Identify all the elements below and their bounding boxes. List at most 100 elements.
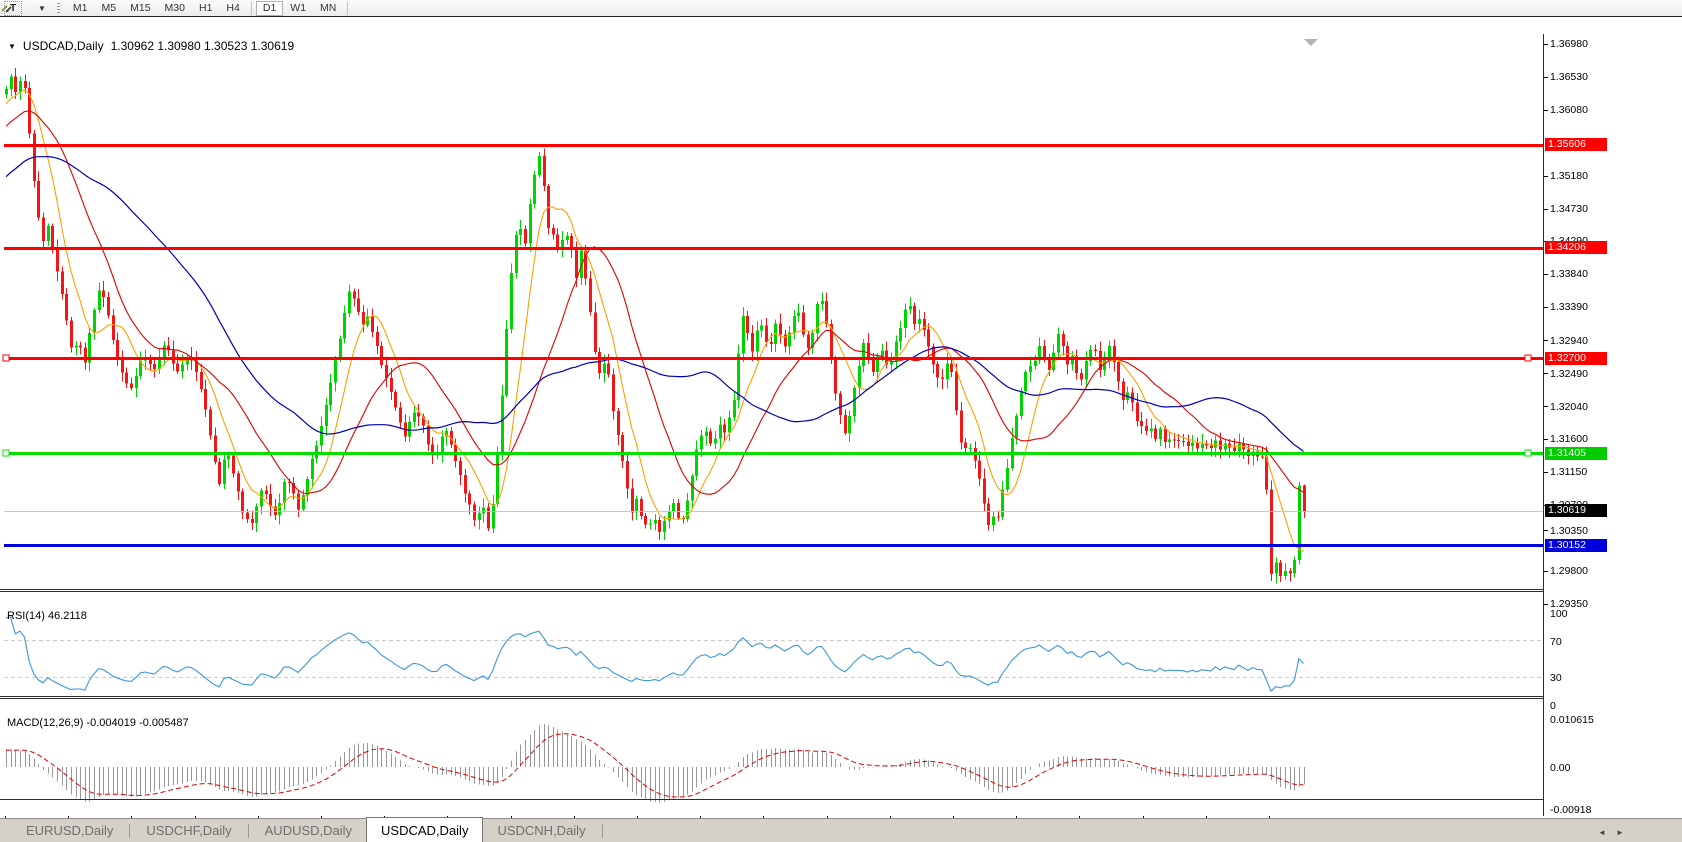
- macd-axis-label: 0.00: [1550, 762, 1571, 774]
- macd-panel[interactable]: [0, 715, 1543, 815]
- tick-dash: [1544, 175, 1548, 177]
- tick-dash: [1544, 373, 1548, 375]
- price-axis-tick: 1.36530: [1544, 71, 1588, 83]
- tab-usdcad-daily[interactable]: USDCAD,Daily: [366, 817, 484, 842]
- tab-audusd-daily[interactable]: AUDUSD,Daily: [251, 819, 366, 842]
- panel-separator: [0, 591, 1682, 592]
- rsi-axis-label: 30: [1550, 672, 1562, 685]
- tab-separator: [129, 824, 131, 838]
- rsi-axis-label: 0: [1550, 700, 1556, 712]
- collapse-indicator-icon[interactable]: ▼: [8, 42, 16, 51]
- tick-dash: [1544, 471, 1548, 473]
- price-level-label: 1.34206: [1545, 241, 1607, 255]
- price-axis-tick: 1.31150: [1544, 466, 1587, 478]
- timeframe-button-m1[interactable]: M1: [66, 2, 95, 15]
- timeframe-toolbar: T ▼ M1 M5 M15 M30 H1 H4 D1 W1 MN: [0, 0, 1682, 17]
- chart-shift-marker-icon[interactable]: [1304, 39, 1318, 46]
- macd-signal-line: [5, 733, 1304, 798]
- ohlc-values: 1.30962 1.30980 1.30523 1.30619: [110, 39, 295, 53]
- timeframe-buttons: M1 M5 M15 M30 H1 H4 D1 W1 MN: [66, 0, 352, 16]
- price-axis-tick: 1.29800: [1544, 565, 1588, 577]
- tab-scroll-right-icon[interactable]: ►: [1616, 828, 1624, 837]
- rsi-axis-label: 100: [1550, 608, 1568, 620]
- price-axis-tick: 1.35180: [1544, 170, 1588, 182]
- arrange-charts-button[interactable]: [1, 2, 34, 15]
- tick-dash: [1544, 530, 1548, 532]
- price-level-label: 1.35606: [1545, 138, 1607, 152]
- chart-title: ▼ USDCAD,Daily 1.30962 1.30980 1.30523 1…: [8, 39, 294, 53]
- toolbar-grip[interactable]: [56, 2, 60, 14]
- price-axis-tick: 1.33840: [1544, 268, 1588, 280]
- tick-dash: [1544, 307, 1548, 309]
- rsi-indicator-label: RSI(14) 46.2118: [7, 610, 87, 622]
- line-handle[interactable]: [1524, 354, 1532, 362]
- macd-axis-label: 0.010615: [1550, 713, 1594, 726]
- price-axis-tick: 1.33390: [1544, 301, 1588, 313]
- tick-dash: [1544, 208, 1548, 210]
- panel-separator: [0, 799, 1682, 800]
- symbol-period-label: USDCAD,Daily: [22, 39, 104, 53]
- ma-mid-line[interactable]: [5, 110, 1304, 495]
- ma-fast-line[interactable]: [5, 89, 1304, 553]
- macd-axis-label: -0.00918: [1550, 803, 1592, 816]
- chevron-down-icon[interactable]: ▼: [35, 4, 49, 13]
- line-handle[interactable]: [1524, 449, 1532, 457]
- tick-dash: [1544, 406, 1548, 408]
- price-axis-tick: 1.32040: [1544, 401, 1588, 413]
- chart-window: ▼ USDCAD,Daily 1.30962 1.30980 1.30523 1…: [0, 16, 1682, 834]
- macd-histogram: [6, 723, 1305, 803]
- tick-dash: [1544, 340, 1548, 342]
- arrange-arrows-icon: [1, 5, 12, 13]
- up-candle-wicks: [6, 73, 1300, 583]
- price-axis-tick: 1.34730: [1544, 203, 1588, 215]
- panel-separator: [0, 698, 1682, 699]
- tick-dash: [1544, 109, 1548, 111]
- ma-slow-line[interactable]: [5, 155, 1304, 452]
- timeframe-button-h1[interactable]: H1: [192, 2, 219, 15]
- timeframe-button-m5[interactable]: M5: [95, 2, 124, 15]
- rsi-line: [5, 616, 1304, 693]
- toolbar-separator: [250, 1, 252, 15]
- line-handle[interactable]: [2, 354, 10, 362]
- tick-dash: [1544, 438, 1548, 440]
- timeframe-button-m30[interactable]: M30: [158, 2, 192, 15]
- tick-dash: [1544, 43, 1548, 45]
- timeframe-button-mn[interactable]: MN: [313, 2, 343, 15]
- price-axis-tick: 1.32940: [1544, 335, 1588, 347]
- tab-usdchf-daily[interactable]: USDCHF,Daily: [132, 819, 245, 842]
- tab-usdcnh-daily[interactable]: USDCNH,Daily: [483, 819, 599, 842]
- tick-dash: [1544, 570, 1548, 572]
- price-level-label: 1.32700: [1545, 351, 1607, 365]
- main-chart-plot[interactable]: [0, 34, 1543, 606]
- panel-separator[interactable]: [0, 696, 1682, 697]
- timeframe-button-w1[interactable]: W1: [283, 2, 313, 15]
- price-axis-tick: 1.31600: [1544, 433, 1588, 445]
- tab-eurusd-daily[interactable]: EURUSD,Daily: [12, 819, 127, 842]
- price-axis-tick: 1.32490: [1544, 368, 1588, 380]
- down-candle-bodies: [14, 76, 1306, 576]
- current-price-label: 1.30619: [1545, 504, 1607, 518]
- tab-scroll-left-icon[interactable]: ◄: [1598, 828, 1606, 837]
- macd-indicator-label: MACD(12,26,9) -0.004019 -0.005487: [7, 717, 189, 729]
- timeframe-button-m15[interactable]: M15: [123, 2, 157, 15]
- line-handle[interactable]: [2, 449, 10, 457]
- price-axis-tick: 1.36980: [1544, 38, 1588, 50]
- horizontal-level-lines[interactable]: [2, 144, 1543, 547]
- tab-separator: [601, 824, 603, 838]
- timeframe-button-h4[interactable]: H4: [219, 2, 246, 15]
- price-axis-tick: 1.30350: [1544, 525, 1588, 537]
- price-axis-tick: 1.36080: [1544, 104, 1588, 116]
- tick-dash: [1544, 274, 1548, 276]
- rsi-axis-label: 70: [1550, 635, 1562, 648]
- tick-dash: [1544, 76, 1548, 78]
- terminal-window: T ▼ M1 M5 M15 M30 H1 H4 D1 W1 MN ▼ USDCAD,Daily …: [0, 0, 1682, 842]
- panel-separator[interactable]: [0, 589, 1682, 590]
- symbol-tab-bar: EURUSD,Daily USDCHF,Daily AUDUSD,Daily USDC…: [0, 817, 1682, 842]
- tick-dash: [1544, 603, 1548, 605]
- timeframe-button-d1[interactable]: D1: [255, 0, 284, 16]
- toolbar-separator: [347, 1, 349, 15]
- price-level-label: 1.30152: [1545, 538, 1607, 552]
- tab-separator: [247, 824, 249, 838]
- price-level-label: 1.31405: [1545, 446, 1607, 460]
- price-axis[interactable]: 1.36980 1.36530 1.36080 1.35180 1.34730 1.342…: [1544, 34, 1682, 816]
